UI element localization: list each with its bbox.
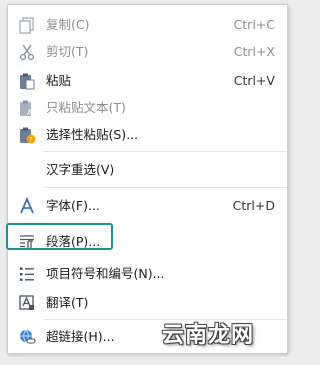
copy-icon (18, 16, 36, 34)
menu-item-label: 项目符号和编号(N)... (46, 266, 165, 281)
paste-special-icon: ? (18, 126, 36, 144)
menu-item-label: 汉字重选(V) (46, 162, 115, 177)
menu-separator (44, 151, 287, 152)
menu-item-shortcut: Ctrl+X (233, 44, 275, 59)
menu-item-shortcut: Ctrl+C (233, 17, 275, 32)
paste-icon (18, 72, 36, 90)
menu-item-paste-special[interactable]: ? 选择性粘贴(S)... (8, 121, 287, 148)
context-menu: 复制(C) Ctrl+C 剪切(T) Ctrl+X 粘贴 Ctrl+V A 只粘… (7, 4, 288, 354)
menu-item-shortcut: Ctrl+V (233, 73, 275, 88)
menu-item-font[interactable]: 字体(F)... Ctrl+D (8, 192, 287, 219)
menu-item-label: 翻译(T) (46, 295, 89, 310)
menu-item-shortcut: Ctrl+D (232, 198, 275, 213)
menu-item-label: 字体(F)... (46, 198, 100, 213)
menu-item-translate[interactable]: 翻译(T) (8, 289, 287, 316)
svg-text:?: ? (29, 136, 33, 144)
menu-item-label: 粘贴 (46, 73, 72, 88)
translate-icon (18, 294, 36, 312)
font-icon (18, 197, 36, 215)
menu-item-label: 只粘贴文本(T) (46, 100, 126, 115)
menu-item-label: 剪切(T) (46, 44, 89, 59)
menu-item-cut[interactable]: 剪切(T) Ctrl+X (8, 38, 287, 65)
watermark: 云南龙网 (162, 323, 255, 348)
svg-text:A: A (27, 108, 33, 117)
menu-item-bullets-numbering[interactable]: 项目符号和编号(N)... (8, 260, 287, 287)
menu-item-reselect-hanzi[interactable]: 汉字重选(V) (8, 156, 287, 183)
menu-item-label: 选择性粘贴(S)... (46, 127, 139, 142)
menu-item-paste[interactable]: 粘贴 Ctrl+V (8, 67, 287, 94)
list-icon (18, 265, 36, 283)
scissors-icon (18, 43, 36, 61)
menu-item-paste-text[interactable]: A 只粘贴文本(T) (8, 94, 287, 121)
paste-text-icon: A (18, 99, 36, 117)
paragraph-highlight-box (6, 223, 113, 250)
hyperlink-icon (18, 328, 36, 346)
menu-separator (44, 187, 287, 188)
menu-item-copy[interactable]: 复制(C) Ctrl+C (8, 11, 287, 38)
menu-item-label: 复制(C) (46, 17, 90, 32)
menu-item-label: 超链接(H)... (46, 329, 115, 344)
